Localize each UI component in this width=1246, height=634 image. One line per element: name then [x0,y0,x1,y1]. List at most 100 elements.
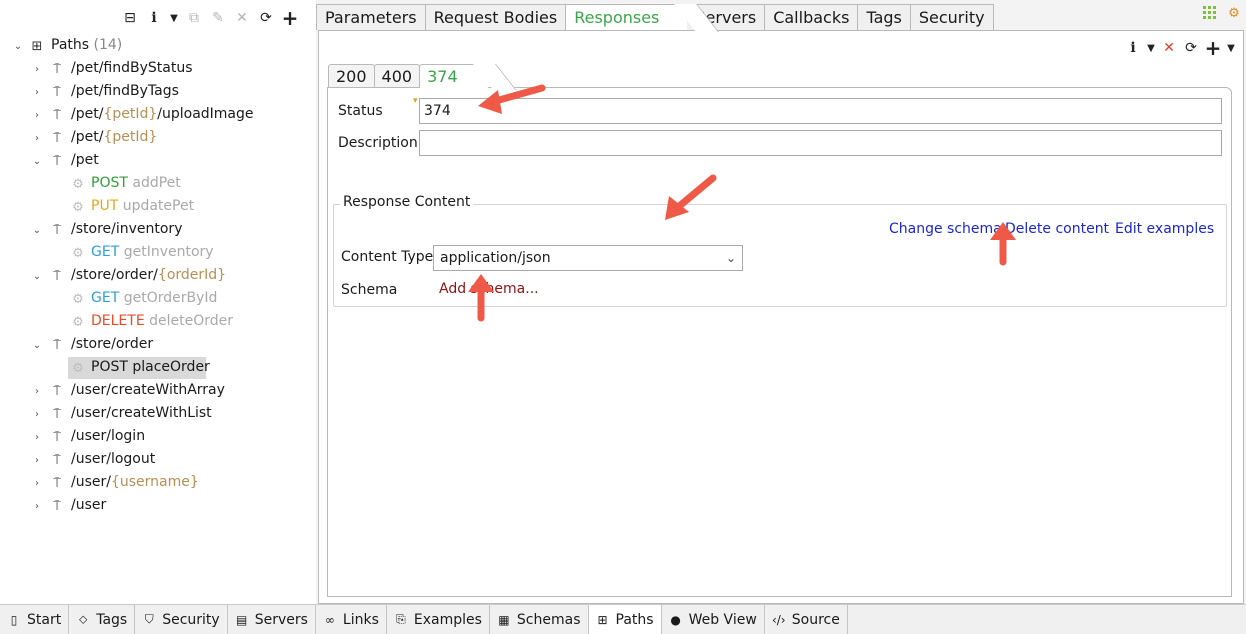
tree-path-item[interactable]: › ⍑ /pet/findByTags [0,81,316,104]
tree-path-item[interactable]: › ⍑ /user/{username} [0,472,316,495]
response-tab-400[interactable]: 400 [373,64,421,88]
tree-path-item[interactable]: ⌄ ⍑ /store/inventory [0,219,316,242]
collapsed-chevron-icon[interactable]: › [31,500,43,512]
path-icon: ⍑ [53,475,61,491]
view-tab-examples[interactable]: ⎘ Examples [387,605,490,634]
warning-marker-icon: ▾ [413,96,418,106]
expanded-chevron-icon[interactable]: ⌄ [31,270,43,282]
collapsed-chevron-icon[interactable]: › [31,454,43,466]
tree-path-item[interactable]: ⌄ ⍑ /store/order [0,334,316,357]
view-tab-links[interactable]: ∞ Links [316,605,387,634]
tree-root-label: Paths (14) [51,37,123,53]
view-tab-tags[interactable]: ⬦ Tags [69,605,136,634]
copy-icon[interactable]: ⧉ [184,8,204,28]
info-icon[interactable]: i [1123,38,1143,58]
tree-operation-item[interactable]: ⚙ GET getInventory [0,242,316,265]
delete-content-link[interactable]: Delete content [1005,221,1109,237]
path-icon: ⍑ [53,406,61,422]
view-tab-label: Servers [254,611,308,628]
tree-path-item[interactable]: ⌄ ⍑ /pet [0,150,316,173]
view-tab-web-view[interactable]: ● Web View [662,605,765,634]
change-schema-link[interactable]: Change schema [889,221,1002,237]
view-tab-security[interactable]: ⛉ Security [135,605,228,634]
tree-path-item[interactable]: › ⍑ /user/logout [0,449,316,472]
tree-path-item[interactable]: › ⍑ /user/createWithList [0,403,316,426]
schema-label: Schema [341,282,398,298]
collapsed-chevron-icon[interactable]: › [31,63,43,75]
collapsed-chevron-icon[interactable]: › [31,385,43,397]
collapsed-chevron-icon[interactable]: › [31,109,43,121]
expanded-chevron-icon[interactable]: ⌄ [31,339,43,351]
path-icon: ⍑ [53,429,61,445]
grid-dots-icon[interactable] [1202,5,1218,21]
delete-icon[interactable]: ✕ [1159,38,1179,58]
tree-operation-item[interactable]: ⚙ POST placeOrder [0,357,316,380]
add-icon[interactable]: + [1203,36,1223,60]
delete-icon[interactable]: ✕ [232,8,252,28]
tree-operation-item[interactable]: ⚙ POST addPet [0,173,316,196]
tree-path-item[interactable]: › ⍑ /pet/{petId}/uploadImage [0,104,316,127]
view-tab-source[interactable]: ‹/› Source [765,605,848,634]
view-tab-label: Source [791,611,840,628]
tree-path-item[interactable]: › ⍑ /user/createWithArray [0,380,316,403]
operation-tabs: Parameters Request Bodies Responses Servers… [316,4,994,30]
tree-path-label: /pet/{petId}/uploadImage [71,106,254,122]
tree-path-item[interactable]: › ⍑ /pet/findByStatus [0,58,316,81]
view-tab-servers[interactable]: ▤ Servers [228,605,316,634]
tab-tags[interactable]: Tags [857,4,911,30]
status-input[interactable] [419,98,1222,124]
tree-path-label: /store/order/{orderId} [71,267,227,283]
dropdown-caret-icon[interactable]: ▼ [1145,38,1157,58]
path-icon: ⍑ [53,383,61,399]
gears-icon[interactable]: ⚙ [1226,5,1242,21]
status-label: Status [338,103,383,119]
expanded-chevron-icon[interactable]: ⌄ [31,224,43,236]
tree-path-item[interactable]: ⌄ ⍑ /store/order/{orderId} [0,265,316,288]
tab-security[interactable]: Security [909,4,994,30]
add-icon[interactable]: + [280,6,300,30]
description-label: Description [338,135,418,151]
description-input[interactable] [419,130,1222,156]
expanded-chevron-icon[interactable]: ⌄ [12,40,24,52]
view-tab-schemas[interactable]: ▦ Schemas [490,605,589,634]
content-type-value: application/json [440,250,551,266]
path-icon: ⍑ [53,337,61,353]
view-tab-start[interactable]: ▯ Start [0,605,70,634]
operation-gear-icon: ⚙ [72,199,84,215]
response-tab-374[interactable]: 374 [419,64,488,88]
tab-request-bodies[interactable]: Request Bodies [424,4,567,30]
tree-operation-label: PUT updatePet [91,198,195,214]
refresh-icon[interactable]: ⟳ [1181,38,1201,58]
view-tab-paths[interactable]: ⊞ Paths [588,605,662,634]
edit-icon[interactable]: ✎ [208,8,228,28]
collapsed-chevron-icon[interactable]: › [31,86,43,98]
tab-responses[interactable]: Responses [565,4,688,30]
collapsed-chevron-icon[interactable]: › [31,477,43,489]
tree-operation-item[interactable]: ⚙ GET getOrderById [0,288,316,311]
edit-examples-link[interactable]: Edit examples [1115,221,1214,237]
tab-parameters[interactable]: Parameters [316,4,426,30]
view-tab-label: Schemas [516,611,581,628]
add-schema-link[interactable]: Add schema... [439,281,539,297]
response-tab-200[interactable]: 200 [328,64,375,88]
view-tab-label: Web View [688,611,757,628]
tree-path-item[interactable]: › ⍑ /user/login [0,426,316,449]
collapsed-chevron-icon[interactable]: › [31,408,43,420]
collapsed-chevron-icon[interactable]: › [31,431,43,443]
expanded-chevron-icon[interactable]: ⌄ [31,155,43,167]
dropdown-caret-icon[interactable]: ▼ [168,8,180,28]
view-tab-label: Paths [615,611,654,628]
content-type-select[interactable]: application/json ⌄ [433,245,743,271]
refresh-icon[interactable]: ⟳ [256,8,276,28]
collapse-all-icon[interactable]: ⊟ [120,8,140,28]
tree-root-paths[interactable]: ⌄ ⊞ Paths (14) [0,35,316,58]
tree-path-item[interactable]: › ⍑ /pet/{petId} [0,127,316,150]
tree-operation-item[interactable]: ⚙ DELETE deleteOrder [0,311,316,334]
tree-path-item[interactable]: › ⍑ /user [0,495,316,518]
collapsed-chevron-icon[interactable]: › [31,132,43,144]
tree-operation-item[interactable]: ⚙ PUT updatePet [0,196,316,219]
dropdown-caret-icon[interactable]: ▼ [1225,38,1237,58]
response-detail-panel: Status ▾ Description Response Content Ch… [327,87,1232,597]
tab-callbacks[interactable]: Callbacks [764,4,859,30]
info-icon[interactable]: i [144,8,164,28]
